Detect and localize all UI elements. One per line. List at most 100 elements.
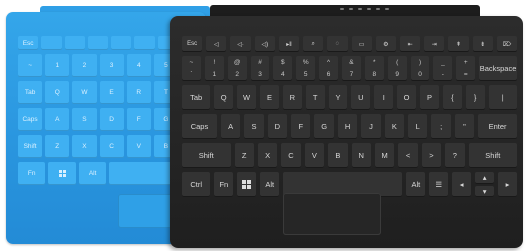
key: ^ 6 xyxy=(319,56,339,81)
shift-row: Shift Z X C V B N M < > ? Shift xyxy=(182,143,518,168)
key: { xyxy=(442,85,462,110)
key-fn: Fn xyxy=(214,172,234,197)
key: ? xyxy=(445,143,465,168)
blue-number-row: ~ 1 2 3 4 5 xyxy=(18,54,179,77)
number-row: ~ ` ! 1 @2 #3 $4 % 5 ^ 6 & 7 * 8 (9 ) 0 _ - + = B… xyxy=(182,56,517,81)
key: V xyxy=(304,143,325,168)
blue-key: Caps xyxy=(18,108,43,131)
blue-bottom-row: Fn Alt xyxy=(18,162,178,185)
key: B xyxy=(328,143,348,168)
key: F xyxy=(291,114,311,139)
key: " xyxy=(454,114,475,139)
key: X xyxy=(257,143,278,168)
key: N xyxy=(351,143,371,168)
blue-key xyxy=(134,36,155,50)
blue-key: Z xyxy=(45,135,70,158)
key-backspace: Backspace xyxy=(479,56,517,81)
key: A xyxy=(220,114,241,139)
blue-key: Q xyxy=(45,81,70,104)
menu-icon: ☰ xyxy=(429,172,449,197)
key: S xyxy=(244,114,264,139)
key: | xyxy=(488,85,517,110)
key: ; xyxy=(431,114,451,139)
blue-key: C xyxy=(99,135,124,158)
key: K xyxy=(384,114,405,139)
key: + = xyxy=(456,56,476,81)
key: (9 xyxy=(387,56,407,81)
volume-up-icon: ◁) xyxy=(254,36,275,52)
key-alt-right: Alt xyxy=(406,172,426,197)
key: U xyxy=(351,85,371,110)
key: _ - xyxy=(433,56,453,81)
blue-key: E xyxy=(99,81,124,104)
key: Y xyxy=(328,85,348,110)
key: Z xyxy=(234,143,254,168)
blue-key xyxy=(109,162,178,185)
key-caps: Caps xyxy=(182,114,217,139)
blue-key: Esc xyxy=(18,36,39,50)
fn-row: Esc ◁ ◁· ◁) ▸‖ ⌕ ◌ ▭ ⚙ ⇤ ⇥ ⇞ ⇟ ⌦ xyxy=(182,36,518,52)
key: ! 1 xyxy=(204,56,224,81)
blue-key: 4 xyxy=(126,54,151,77)
key: E xyxy=(260,85,279,110)
share-icon: ◌ xyxy=(327,36,348,52)
key: M xyxy=(374,143,395,168)
key-tab: Tab xyxy=(182,85,211,110)
blue-fn-row: Esc xyxy=(18,36,178,50)
blue-keyboard-keys: Esc ~ 1 2 3 4 5 Tab Q W E R T Caps A S D… xyxy=(18,36,179,189)
blue-key xyxy=(111,36,132,50)
key-home: ⇤ xyxy=(399,36,421,52)
arrow-left-icon: ◂ xyxy=(452,172,472,197)
blue-key: ~ xyxy=(18,54,43,77)
key: I xyxy=(374,85,394,110)
key: < xyxy=(398,143,418,168)
key: Q xyxy=(214,85,234,110)
key: O xyxy=(397,85,417,110)
key: #3 xyxy=(250,56,270,81)
blue-key: S xyxy=(72,108,97,131)
settings-icon: ⚙ xyxy=(375,36,396,52)
key-pgdn: ⇟ xyxy=(472,36,493,52)
key-esc: Esc xyxy=(182,36,203,52)
blue-shift-row: Shift Z X C V B xyxy=(18,135,179,158)
windows-icon xyxy=(237,172,257,197)
play-pause-icon: ▸‖ xyxy=(278,36,300,52)
blue-key: X xyxy=(72,135,97,158)
key-end: ⇥ xyxy=(424,36,445,52)
blue-key: D xyxy=(99,108,124,131)
blue-key: 2 xyxy=(72,54,97,77)
blue-key: 3 xyxy=(99,54,124,77)
blue-trackpad xyxy=(118,194,176,228)
key-shift-right: Shift xyxy=(468,143,518,168)
key: T xyxy=(305,85,325,110)
key: * 8 xyxy=(364,56,384,81)
product-photo: Esc ~ 1 2 3 4 5 Tab Q W E R T Caps A S D… xyxy=(0,0,527,251)
key: G xyxy=(314,114,334,139)
blue-key: Shift xyxy=(18,135,43,158)
key: $4 xyxy=(273,56,293,81)
blue-key: V xyxy=(126,135,151,158)
mute-icon: ◁ xyxy=(206,36,227,52)
blue-key: Fn xyxy=(18,162,46,185)
key: P xyxy=(420,85,439,110)
arrow-right-icon: ▸ xyxy=(498,172,517,197)
key: R xyxy=(282,85,302,110)
arrow-down-icon: ▾ xyxy=(475,185,495,197)
key: L xyxy=(408,114,428,139)
key: > xyxy=(421,143,442,168)
key-alt: Alt xyxy=(260,172,280,197)
blue-key: Alt xyxy=(78,162,107,185)
blue-key: W xyxy=(72,81,97,104)
key: } xyxy=(465,85,485,110)
windows-icon xyxy=(48,162,76,185)
key-enter: Enter xyxy=(478,114,517,139)
blue-key xyxy=(64,36,85,50)
key-shift-left: Shift xyxy=(182,143,231,168)
key: ) 0 xyxy=(410,56,430,81)
search-icon: ⌕ xyxy=(303,36,324,52)
key: D xyxy=(267,114,288,139)
key-pgup: ⇞ xyxy=(448,36,469,52)
arrow-cluster: ▴ ▾ xyxy=(475,172,495,197)
blue-key xyxy=(41,36,62,50)
blue-key: A xyxy=(45,108,70,131)
